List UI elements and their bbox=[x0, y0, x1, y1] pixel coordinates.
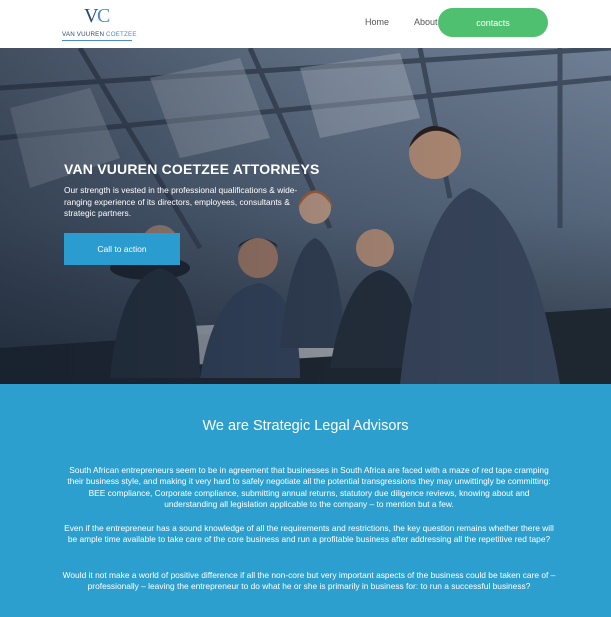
logo-name-dark: VAN VUUREN bbox=[62, 31, 107, 38]
logo-name-light: COETZEE bbox=[106, 31, 137, 38]
about-paragraph-3: Would it not make a world of positive di… bbox=[62, 570, 556, 592]
hero-title: VAN VUUREN COETZEE ATTORNEYS bbox=[64, 161, 320, 177]
about-paragraph-1: South African entrepreneurs seem to be i… bbox=[67, 465, 551, 510]
section-title: We are Strategic Legal Advisors bbox=[202, 418, 409, 434]
vc-logo[interactable]: V C VAN VUUREN COETZEE bbox=[62, 4, 137, 42]
logo-wordmark: VAN VUUREN COETZEE bbox=[62, 31, 137, 38]
hero-description: Our strength is vested in the profession… bbox=[64, 185, 298, 219]
svg-text:C: C bbox=[97, 5, 110, 26]
nav-home-link[interactable]: Home bbox=[365, 17, 389, 27]
hero-banner: VAN VUUREN COETZEE ATTORNEYS Our strengt… bbox=[0, 48, 611, 384]
site-header: V C VAN VUUREN COETZEE Home About Us con… bbox=[0, 0, 611, 48]
logo-underline bbox=[62, 40, 132, 41]
about-section: We are Strategic Legal Advisors South Af… bbox=[0, 384, 611, 617]
vc-monogram-icon: V C bbox=[84, 5, 110, 26]
call-to-action-button[interactable]: Call to action bbox=[64, 233, 180, 265]
about-paragraph-2: Even if the entrepreneur has a sound kno… bbox=[64, 523, 554, 545]
contacts-button[interactable]: contacts bbox=[438, 8, 548, 37]
